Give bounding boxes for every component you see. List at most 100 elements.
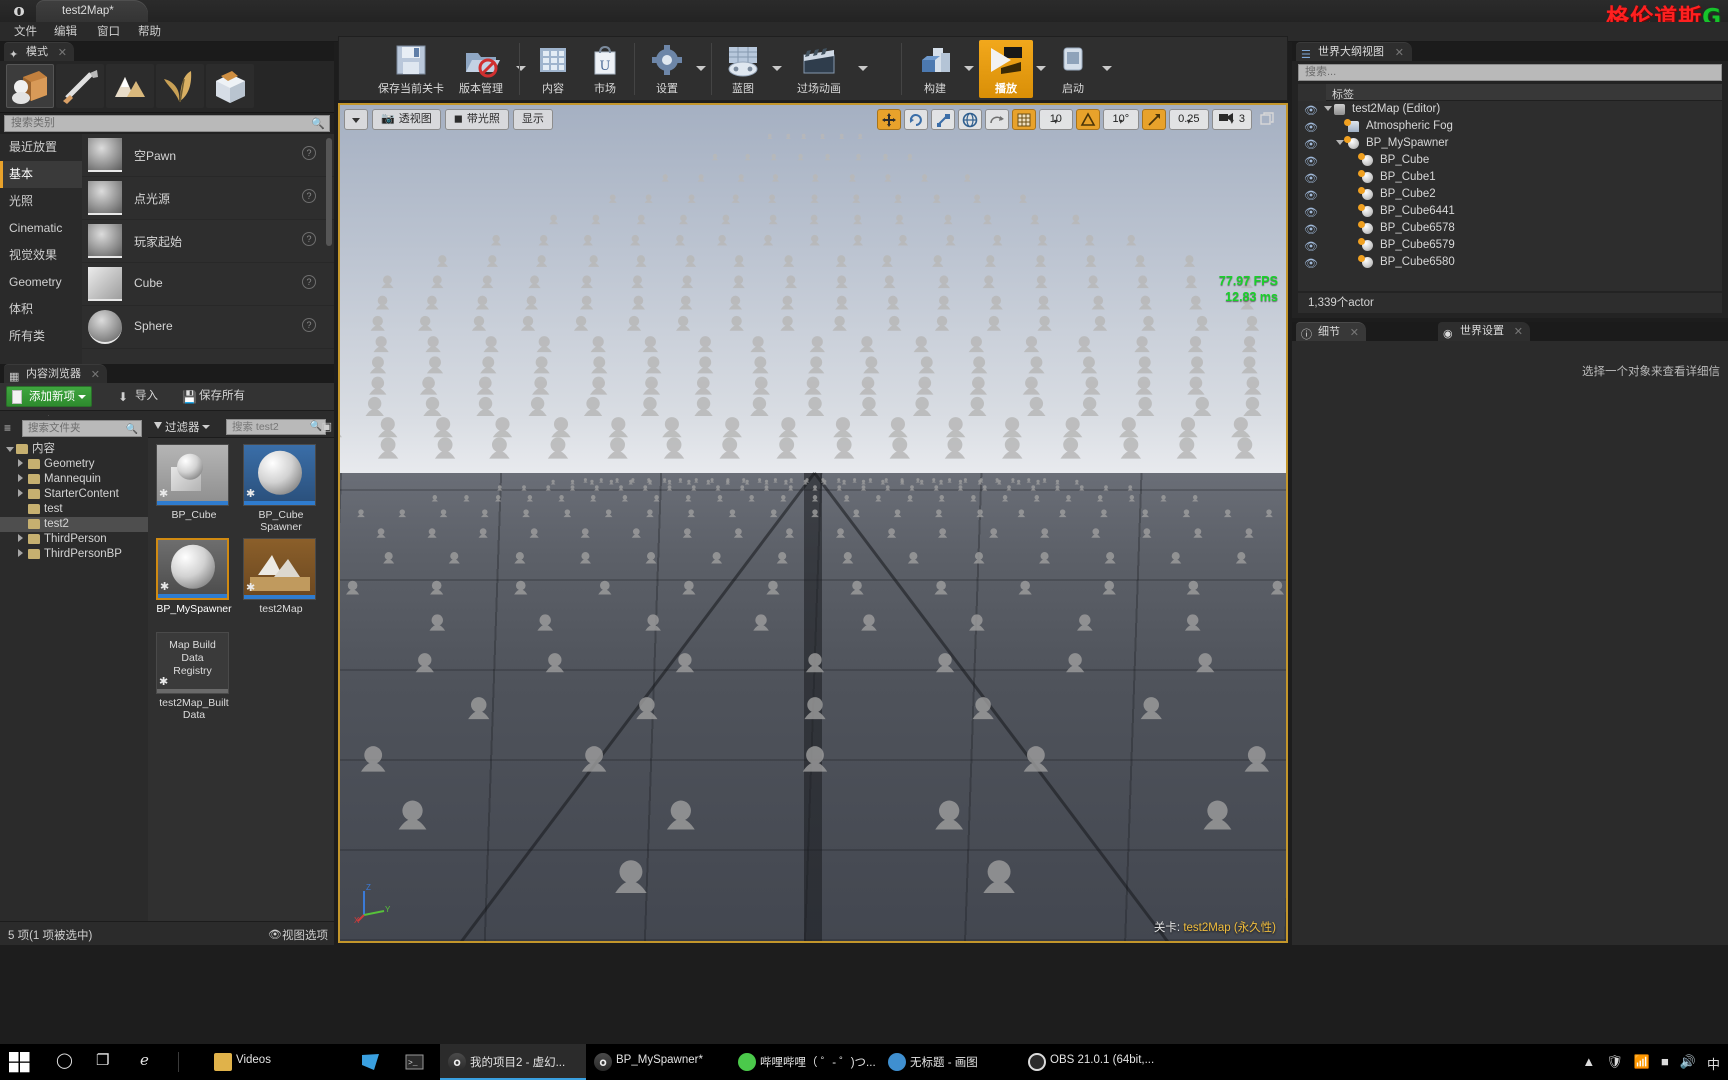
- tree-node-geometry[interactable]: Geometry: [0, 457, 148, 472]
- scale-snap-value[interactable]: 0.25 ▾: [1168, 109, 1209, 130]
- battery-icon[interactable]: ■: [1661, 1054, 1669, 1069]
- category-geometry[interactable]: Geometry: [0, 269, 82, 296]
- task-view-icon[interactable]: ❐: [96, 1051, 109, 1069]
- tab-details[interactable]: ⓘ 细节 ✕: [1296, 322, 1366, 341]
- placeable-cube[interactable]: Cube ?: [82, 263, 334, 306]
- grid-snap-toggle[interactable]: [1011, 109, 1036, 130]
- view-options-icon[interactable]: ▣: [322, 420, 332, 433]
- search-category-input[interactable]: 搜索类别 🔍: [4, 115, 330, 132]
- filters-button[interactable]: 过滤器: [154, 419, 210, 435]
- menu-file[interactable]: 文件: [6, 22, 45, 42]
- grid-snap-value[interactable]: 10 ▾: [1038, 109, 1073, 130]
- category-basic[interactable]: 基本: [0, 161, 82, 188]
- taskbar-app-blue[interactable]: [352, 1044, 394, 1080]
- asset-test2map[interactable]: ✱ test2Map: [243, 538, 319, 615]
- launch-dropdown[interactable]: [1099, 40, 1113, 98]
- paint-mode-button[interactable]: [56, 64, 104, 108]
- windows-start-icon[interactable]: [8, 1050, 32, 1074]
- outliner-row-bp-myspawner[interactable]: 👁 BP_MySpawner: [1298, 135, 1722, 152]
- taskbar-bilibili[interactable]: 哔哩哔哩（ ゜- ゜)つ...: [730, 1044, 880, 1080]
- close-icon[interactable]: ✕: [1514, 323, 1523, 342]
- outliner-row-bp-cube1[interactable]: 👁 BP_Cube1: [1298, 169, 1722, 186]
- view-lit-button[interactable]: ◼ 带光照: [444, 109, 509, 130]
- save-current-level-button[interactable]: 保存当前关卡: [373, 40, 449, 98]
- tree-node-test2[interactable]: test2: [0, 517, 148, 532]
- expand-tree-icon[interactable]: ≡: [4, 421, 11, 435]
- menu-window[interactable]: 窗口: [89, 22, 128, 42]
- outliner-row-bp-cube6580[interactable]: 👁 BP_Cube6580: [1298, 254, 1722, 271]
- show-flags-button[interactable]: 显示: [512, 109, 553, 130]
- help-icon[interactable]: ?: [302, 232, 316, 246]
- category-all-classes[interactable]: 所有类: [0, 323, 82, 350]
- outliner-row-test2map[interactable]: 👁 test2Map (Editor): [1298, 101, 1722, 118]
- asset-search-input[interactable]: 搜索 test2 🔍: [226, 419, 326, 435]
- taskbar-paint[interactable]: 无标题 - 画图: [880, 1044, 1020, 1080]
- scale-snap-toggle[interactable]: [1141, 109, 1166, 130]
- content-button[interactable]: 内容: [527, 40, 579, 98]
- save-all-button[interactable]: 💾 保存所有: [182, 387, 245, 406]
- tree-node-thirdpersonbp[interactable]: ThirdPersonBP: [0, 547, 148, 562]
- taskbar-bp-myspawner[interactable]: 𝐨 BP_MySpawner*: [586, 1044, 730, 1080]
- help-icon[interactable]: ?: [302, 189, 316, 203]
- placeable-empty-pawn[interactable]: 空Pawn ?: [82, 134, 334, 177]
- taskbar-unreal-project[interactable]: 𝐨 我的项目2 - 虚幻...: [440, 1044, 586, 1080]
- help-icon[interactable]: ?: [302, 146, 316, 160]
- tab-world-outliner[interactable]: ☰ 世界大纲视图 ✕: [1296, 42, 1412, 61]
- asset-bp-cube[interactable]: ✱ BP_Cube: [156, 444, 232, 521]
- level-viewport[interactable]: 📷 透视图 ◼ 带光照 显示 10 ▾ 10° ▾ 0.25 ▾ 3 ▾ 77.…: [338, 103, 1288, 943]
- settings-button[interactable]: 设置: [641, 40, 693, 98]
- source-control-button[interactable]: 版本管理: [449, 40, 513, 98]
- rotation-snap-value[interactable]: 10° ▾: [1102, 109, 1139, 130]
- rotation-snap-toggle[interactable]: [1075, 109, 1100, 130]
- taskbar-obs[interactable]: OBS 21.0.1 (64bit,...: [1020, 1044, 1200, 1080]
- blueprints-dropdown[interactable]: [769, 40, 783, 98]
- place-mode-button[interactable]: [6, 64, 54, 108]
- tree-node-test[interactable]: test: [0, 502, 148, 517]
- outliner-row-bp-cube6441[interactable]: 👁 BP_Cube6441: [1298, 203, 1722, 220]
- category-cinematic[interactable]: Cinematic: [0, 215, 82, 242]
- asset-bp-cube-spawner[interactable]: ✱ BP_Cube Spawner: [243, 444, 319, 533]
- rotate-mode-button[interactable]: [903, 109, 928, 130]
- help-icon[interactable]: ?: [302, 318, 316, 332]
- add-new-button[interactable]: 添加新项: [6, 386, 92, 407]
- import-button[interactable]: ⬇ 导入: [118, 387, 158, 406]
- marketplace-button[interactable]: U 市场: [579, 40, 631, 98]
- ime-icon[interactable]: 中: [1707, 1054, 1720, 1073]
- landscape-mode-button[interactable]: [106, 64, 154, 108]
- category-visual-effects[interactable]: 视觉效果: [0, 242, 82, 269]
- scale-mode-button[interactable]: [930, 109, 955, 130]
- tab-world-settings[interactable]: ◉ 世界设置 ✕: [1438, 322, 1530, 341]
- view-options-button[interactable]: 👁 视图选项: [268, 927, 328, 943]
- maximize-viewport-button[interactable]: [1255, 109, 1279, 130]
- tree-node-content[interactable]: 内容: [0, 442, 148, 457]
- outliner-row-bp-cube[interactable]: 👁 BP_Cube: [1298, 152, 1722, 169]
- network-icon[interactable]: 📶: [1634, 1054, 1650, 1070]
- play-dropdown[interactable]: [1033, 40, 1047, 98]
- foliage-mode-button[interactable]: [156, 64, 204, 108]
- outliner-row-bp-cube2[interactable]: 👁 BP_Cube2: [1298, 186, 1722, 203]
- placeable-list-scrollbar[interactable]: [326, 138, 332, 246]
- help-icon[interactable]: ?: [302, 275, 316, 289]
- cinematics-dropdown[interactable]: [855, 40, 869, 98]
- placeable-point-light[interactable]: 点光源 ?: [82, 177, 334, 220]
- outliner-search-input[interactable]: 搜索...: [1298, 64, 1722, 81]
- chevron-up-icon[interactable]: ▲: [1582, 1054, 1595, 1069]
- placeable-player-start[interactable]: 玩家起始 ?: [82, 220, 334, 263]
- geometry-edit-mode-button[interactable]: [206, 64, 254, 108]
- source-control-dropdown[interactable]: [513, 40, 527, 98]
- shield-icon[interactable]: 🛡: [1606, 1054, 1623, 1070]
- label-column-header[interactable]: 标签: [1332, 86, 1354, 102]
- launch-button[interactable]: 启动: [1047, 40, 1099, 98]
- category-lights[interactable]: 光照: [0, 188, 82, 215]
- tab-modes[interactable]: ✦ 模式 ✕: [4, 42, 74, 61]
- volume-icon[interactable]: 🔊: [1680, 1054, 1696, 1070]
- cinematics-button[interactable]: 过场动画: [783, 40, 855, 98]
- blueprints-button[interactable]: 蓝图: [717, 40, 769, 98]
- camera-speed-button[interactable]: 3 ▾: [1211, 109, 1252, 130]
- menu-edit[interactable]: 编辑: [46, 22, 85, 42]
- outliner-row-bp-cube6579[interactable]: 👁 BP_Cube6579: [1298, 237, 1722, 254]
- surface-snap-button[interactable]: [984, 109, 1009, 130]
- tree-node-mannequin[interactable]: Mannequin: [0, 472, 148, 487]
- viewport-options-dropdown[interactable]: [344, 109, 368, 130]
- translate-mode-button[interactable]: [876, 109, 901, 130]
